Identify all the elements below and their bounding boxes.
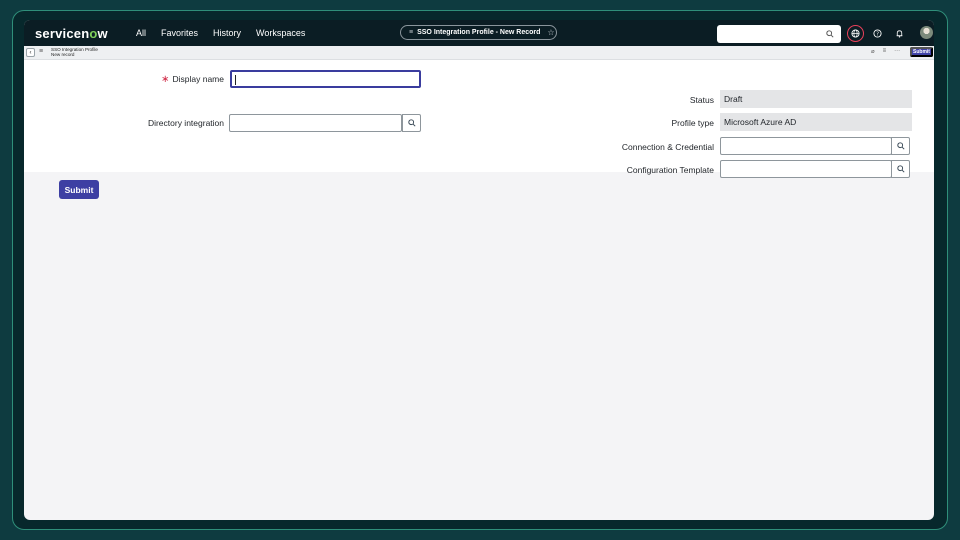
display-name-label-text: Display name	[172, 74, 225, 84]
nav-favorites[interactable]: Favorites	[161, 28, 198, 38]
profile-type-label: Profile type	[671, 118, 714, 128]
list-icon: ≡	[409, 29, 414, 36]
hamburger-icon[interactable]: ≡	[39, 48, 43, 55]
directory-integration-lookup-button[interactable]	[402, 114, 421, 132]
connection-credential-label: Connection & Credential	[621, 142, 714, 152]
user-avatar[interactable]	[920, 26, 933, 39]
logo-text-start: servicen	[35, 25, 90, 41]
help-icon[interactable]: ?	[871, 27, 884, 40]
more-icon[interactable]: ···	[894, 48, 900, 55]
directory-integration-label: Directory integration	[147, 118, 224, 128]
record-pill-text: SSO Integration Profile - New Record	[417, 29, 541, 36]
star-icon[interactable]: ☆	[547, 28, 554, 37]
search-icon	[896, 165, 905, 173]
header-actions: ⌀ ≡ ···	[871, 48, 900, 55]
servicenow-logo[interactable]: servicenow	[35, 26, 125, 41]
display-name-label: ∗ Display name	[64, 74, 224, 85]
app-window: servicenow All Favorites History Workspa…	[24, 20, 934, 520]
nav-links: All Favorites History Workspaces	[136, 28, 305, 38]
logo-text-end: w	[97, 25, 108, 41]
nav-history[interactable]: History	[213, 28, 241, 38]
top-navigation: servicenow All Favorites History Workspa…	[24, 20, 934, 46]
back-button[interactable]: ‹	[26, 48, 35, 57]
nav-workspaces[interactable]: Workspaces	[256, 28, 305, 38]
svg-text:?: ?	[876, 31, 879, 37]
search-icon	[407, 119, 416, 127]
connection-credential-lookup-button[interactable]	[891, 137, 910, 155]
status-label: Status	[689, 95, 714, 105]
globe-icon[interactable]	[849, 27, 862, 40]
text-caret	[235, 75, 236, 85]
breadcrumb: SSO Integration Profile New record	[51, 47, 98, 57]
form-panel: ∗ Display name Directory integration Stat…	[24, 60, 934, 178]
nav-all[interactable]: All	[136, 28, 146, 38]
configuration-template-input[interactable]	[720, 160, 892, 178]
search-icon	[896, 142, 905, 150]
sliders-icon[interactable]: ≡	[883, 48, 887, 55]
header-submit-button[interactable]: Submit	[910, 47, 933, 57]
connection-credential-input[interactable]	[720, 137, 892, 155]
global-search-input[interactable]	[717, 25, 841, 43]
bell-icon[interactable]	[893, 27, 906, 40]
paperclip-icon[interactable]: ⌀	[871, 48, 875, 55]
logo-text-o: o	[89, 25, 98, 41]
configuration-template-label: Configuration Template	[626, 165, 714, 175]
display-name-input[interactable]	[230, 70, 421, 88]
directory-integration-input[interactable]	[229, 114, 402, 132]
status-field: Draft	[720, 90, 912, 108]
profile-type-field: Microsoft Azure AD	[720, 113, 912, 131]
chevron-left-icon: ‹	[29, 49, 32, 56]
breadcrumb-subtitle: New record	[51, 52, 75, 57]
form-header-bar: ‹ ≡ SSO Integration Profile New record ⌀…	[24, 46, 934, 60]
configuration-template-lookup-button[interactable]	[891, 160, 910, 178]
search-icon	[826, 30, 834, 38]
record-context-pill[interactable]: ≡ SSO Integration Profile - New Record ☆	[400, 25, 557, 40]
required-asterisk: ∗	[161, 74, 170, 85]
submit-button[interactable]: Submit	[59, 180, 99, 199]
